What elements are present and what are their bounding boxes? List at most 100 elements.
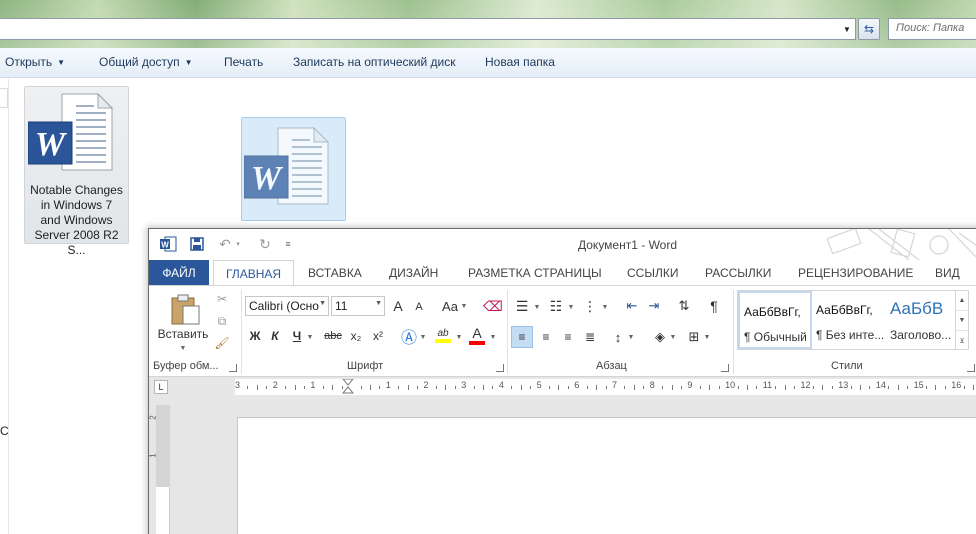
line-spacing-icon[interactable]: ↕ [609, 326, 627, 348]
undo-icon[interactable]: ↶ [217, 234, 233, 254]
tab-mailings[interactable]: РАССЫЛКИ [705, 260, 771, 285]
nav-pane-item[interactable] [0, 88, 8, 108]
styles-launcher-icon[interactable] [967, 364, 975, 372]
bold-button[interactable]: Ж [247, 326, 263, 346]
open-button[interactable]: Открыть ▼ [5, 55, 65, 69]
bullets-icon[interactable]: ☰ [513, 296, 531, 316]
grow-font-button[interactable]: A [389, 296, 407, 316]
title-bar[interactable]: W ↶ ▾ ↻ ≡ Документ1 - Word [149, 229, 976, 260]
chevron-down-icon[interactable]: ▼ [455, 330, 463, 344]
chevron-down-icon[interactable]: ▼ [601, 300, 609, 314]
word-app-icon[interactable]: W [159, 234, 177, 254]
undo-dropdown-icon[interactable]: ▾ [233, 234, 243, 254]
ruler-bar: L 3 2 1 1 2 3 4 5 6 7 8 9 10 11 12 13 14 15 16 [149, 377, 976, 397]
paste-dropdown-icon[interactable]: ▼ [175, 342, 191, 354]
shading-icon[interactable]: ◈ [651, 326, 669, 348]
font-launcher-icon[interactable] [496, 364, 504, 372]
scroll-up-icon[interactable]: ▲ [956, 291, 968, 311]
tab-file[interactable]: ФАЙЛ [149, 260, 209, 285]
search-input[interactable]: Поиск: Папка [888, 18, 976, 40]
chevron-down-icon[interactable]: ▼ [533, 300, 541, 314]
tab-selector[interactable]: L [154, 380, 168, 394]
redo-icon[interactable]: ↻ [257, 234, 273, 254]
scroll-down-icon[interactable]: ▼ [956, 311, 968, 331]
chevron-down-icon[interactable]: ▼ [703, 330, 711, 344]
clear-formatting-icon[interactable]: ⌫ [483, 296, 503, 316]
tab-design[interactable]: ДИЗАЙН [389, 260, 438, 285]
customize-qat-icon[interactable]: ≡ [283, 234, 293, 254]
font-size-dropdown[interactable]: 11 ▼ [331, 296, 385, 316]
navigation-pane[interactable] [0, 79, 9, 534]
tab-view[interactable]: ВИД [935, 260, 960, 285]
chevron-down-icon[interactable]: ▼ [419, 330, 427, 344]
styles-gallery[interactable]: АаБбВвГг, ¶ Обычный АаБбВвГг, ¶ Без инте… [737, 290, 969, 350]
increase-indent-icon[interactable]: ⇥ [645, 296, 663, 316]
word-window[interactable]: W ↶ ▾ ↻ ≡ Документ1 - Word ФАЙЛ ГЛАВНАЯ … [148, 228, 976, 534]
ruler-tick [680, 386, 682, 389]
ruler-tick [341, 386, 343, 389]
sort-icon[interactable]: ⇅ [675, 296, 693, 316]
numbering-icon[interactable]: ☷ [547, 296, 565, 316]
ruler-tick [407, 385, 409, 390]
align-left-icon[interactable]: ≡ [511, 326, 533, 348]
file-name-label: Notable Changes in Windows 7 and Windows… [24, 183, 129, 258]
font-color-icon[interactable]: A [467, 324, 487, 346]
ruler-tick [605, 386, 607, 389]
refresh-icon[interactable]: ⇆ [858, 18, 880, 40]
copy-icon[interactable]: ⧉ [213, 312, 231, 330]
format-painter-icon[interactable]: 🖌 [213, 334, 231, 352]
change-case-button[interactable]: Aa [439, 296, 461, 316]
address-bar[interactable] [0, 18, 856, 40]
tab-review[interactable]: РЕЦЕНЗИРОВАНИЕ [798, 260, 913, 285]
chevron-down-icon[interactable]: ▼ [627, 330, 635, 344]
decrease-indent-icon[interactable]: ⇤ [623, 296, 641, 316]
burn-disc-button[interactable]: Записать на оптический диск [293, 55, 456, 69]
more-styles-icon[interactable]: ⊻ [956, 331, 968, 351]
ruler-tick [831, 386, 833, 389]
save-icon[interactable] [189, 234, 205, 254]
tab-home[interactable]: ГЛАВНАЯ [213, 260, 295, 286]
italic-button[interactable]: К [267, 326, 283, 346]
borders-icon[interactable]: ⊞ [685, 326, 703, 348]
underline-button[interactable]: Ч [289, 326, 305, 346]
align-center-icon[interactable]: ≡ [537, 326, 555, 348]
style-no-spacing[interactable]: АаБбВвГг, ¶ Без инте... [812, 291, 886, 349]
paste-icon[interactable] [169, 292, 203, 326]
superscript-button[interactable]: x² [369, 326, 387, 346]
text-effects-icon[interactable]: Ⓐ [399, 326, 419, 347]
document-page[interactable] [237, 417, 976, 534]
shrink-font-button[interactable]: A [411, 298, 427, 316]
clipboard-launcher-icon[interactable] [229, 364, 237, 372]
tab-layout[interactable]: РАЗМЕТКА СТРАНИЦЫ [468, 260, 602, 285]
vertical-ruler-label: 1 [148, 453, 158, 458]
chevron-down-icon[interactable]: ▼ [460, 299, 468, 313]
print-button[interactable]: Печать [224, 55, 263, 69]
address-dropdown-icon[interactable]: ▼ [840, 19, 854, 39]
chevron-down-icon[interactable]: ▼ [669, 330, 677, 344]
new-folder-button[interactable]: Новая папка [485, 55, 555, 69]
horizontal-ruler[interactable]: 3 2 1 1 2 3 4 5 6 7 8 9 10 11 12 13 14 15 16 [235, 379, 976, 395]
style-normal[interactable]: АаБбВвГг, ¶ Обычный [738, 291, 812, 349]
command-bar: Открыть ▼ Общий доступ ▼ Печать Записать н… [0, 48, 976, 78]
chevron-down-icon[interactable]: ▼ [489, 330, 497, 344]
multilevel-list-icon[interactable]: ⋮ [581, 296, 599, 316]
font-name-dropdown[interactable]: Calibri (Осно ▼ [245, 296, 329, 316]
share-button[interactable]: Общий доступ ▼ [99, 55, 193, 69]
subscript-button[interactable]: x₂ [347, 326, 365, 346]
chevron-down-icon[interactable]: ▼ [306, 330, 314, 344]
style-heading[interactable]: АаБбВ Заголово... [886, 291, 960, 349]
styles-scrollbar[interactable]: ▲ ▼ ⊻ [955, 290, 969, 350]
highlight-color-icon[interactable]: ab [433, 324, 453, 346]
ruler-tick [888, 386, 890, 389]
tab-references[interactable]: ССЫЛКИ [627, 260, 678, 285]
justify-icon[interactable]: ≣ [581, 326, 599, 348]
paste-button[interactable]: Вставить [157, 326, 209, 342]
indent-marker-icon[interactable] [342, 379, 354, 395]
chevron-down-icon[interactable]: ▼ [567, 300, 575, 314]
show-marks-icon[interactable]: ¶ [705, 296, 723, 316]
tab-insert[interactable]: ВСТАВКА [308, 260, 362, 285]
paragraph-launcher-icon[interactable] [721, 364, 729, 372]
cut-icon[interactable]: ✂ [213, 290, 231, 308]
strikethrough-button[interactable]: abc [321, 326, 345, 346]
align-right-icon[interactable]: ≡ [559, 326, 577, 348]
